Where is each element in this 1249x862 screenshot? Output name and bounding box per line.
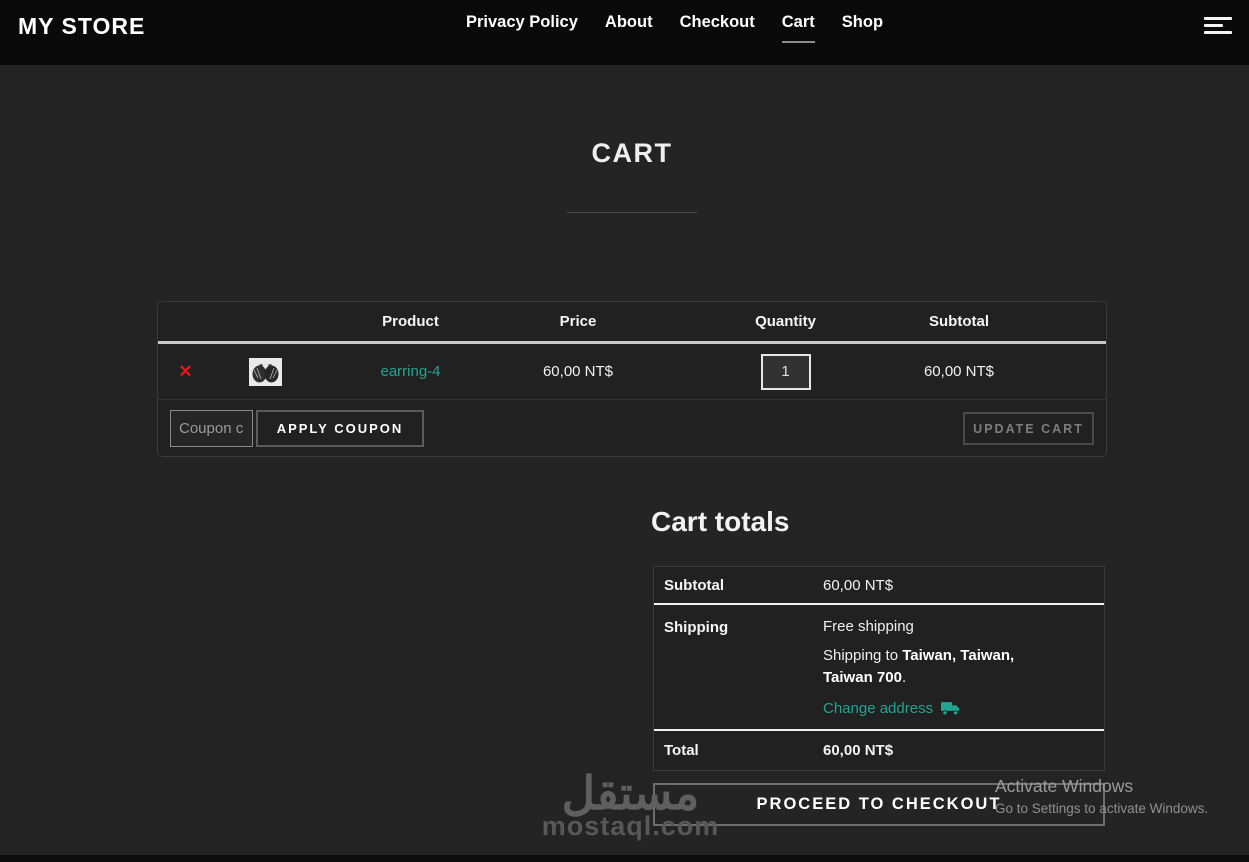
shipping-truck-icon — [941, 701, 960, 715]
col-header-subtotal: Subtotal — [929, 313, 989, 330]
footer-strip — [0, 855, 1249, 862]
shipping-method: Free shipping — [823, 618, 914, 635]
subtotal-value: 60,00 NT$ — [823, 576, 894, 594]
cart-page: MY STORE Privacy Policy About Checkout C… — [0, 0, 1249, 862]
product-thumbnail[interactable] — [249, 357, 282, 386]
total-label: Total — [664, 741, 699, 759]
cart-table-header: Product Price Quantity Subtotal — [158, 302, 1106, 344]
item-price: 60,00 NT$ — [542, 363, 614, 380]
subtotal-label: Subtotal — [664, 576, 724, 594]
apply-coupon-button[interactable]: APPLY COUPON — [256, 410, 424, 447]
shipping-label: Shipping — [664, 619, 729, 636]
total-row: Total 60,00 NT$ — [654, 731, 1104, 770]
product-link[interactable]: earring-4 — [380, 363, 440, 380]
site-logo[interactable]: MY STORE — [18, 13, 145, 40]
coupon-input[interactable] — [170, 410, 253, 447]
nav-item-privacy-policy[interactable]: Privacy Policy — [466, 13, 578, 43]
nav-item-cart[interactable]: Cart — [781, 13, 815, 43]
main-nav: Privacy Policy About Checkout Cart Shop — [466, 13, 883, 43]
cart-item-row: ✕ earring-4 60,00 NT$ 60,00 NT$ — [158, 344, 1106, 399]
nav-item-shop[interactable]: Shop — [842, 13, 883, 43]
nav-item-checkout[interactable]: Checkout — [680, 13, 755, 43]
title-divider — [567, 212, 697, 213]
subtotal-row: Subtotal 60,00 NT$ — [654, 567, 1104, 605]
proceed-to-checkout-button[interactable]: PROCEED TO CHECKOUT — [653, 783, 1105, 826]
cart-totals-title: Cart totals — [651, 506, 790, 537]
total-value: 60,00 NT$ — [823, 741, 894, 759]
shipping-row: Shipping Free shipping Shipping to Taiwa… — [654, 605, 1104, 731]
shipping-destination-text: Shipping to Taiwan, Taiwan, Taiwan 700. — [823, 647, 1015, 686]
site-header: MY STORE Privacy Policy About Checkout C… — [0, 0, 1249, 65]
menu-icon[interactable] — [1204, 17, 1232, 35]
cart-table: Product Price Quantity Subtotal ✕ earrin… — [157, 301, 1107, 457]
cart-totals-table: Subtotal 60,00 NT$ Shipping Free shippin… — [653, 566, 1105, 771]
remove-item-icon[interactable]: ✕ — [178, 362, 192, 381]
col-header-quantity: Quantity — [755, 313, 816, 330]
item-subtotal: 60,00 NT$ — [923, 363, 995, 380]
nav-item-about[interactable]: About — [605, 13, 653, 43]
update-cart-button[interactable]: UPDATE CART — [963, 412, 1094, 445]
change-address-link[interactable]: Change address — [823, 700, 933, 717]
col-header-price: Price — [559, 313, 597, 330]
cart-actions-row: APPLY COUPON UPDATE CART — [158, 399, 1106, 456]
quantity-input[interactable] — [760, 353, 811, 390]
col-header-product: Product — [382, 313, 439, 330]
page-title: CART — [591, 138, 673, 168]
